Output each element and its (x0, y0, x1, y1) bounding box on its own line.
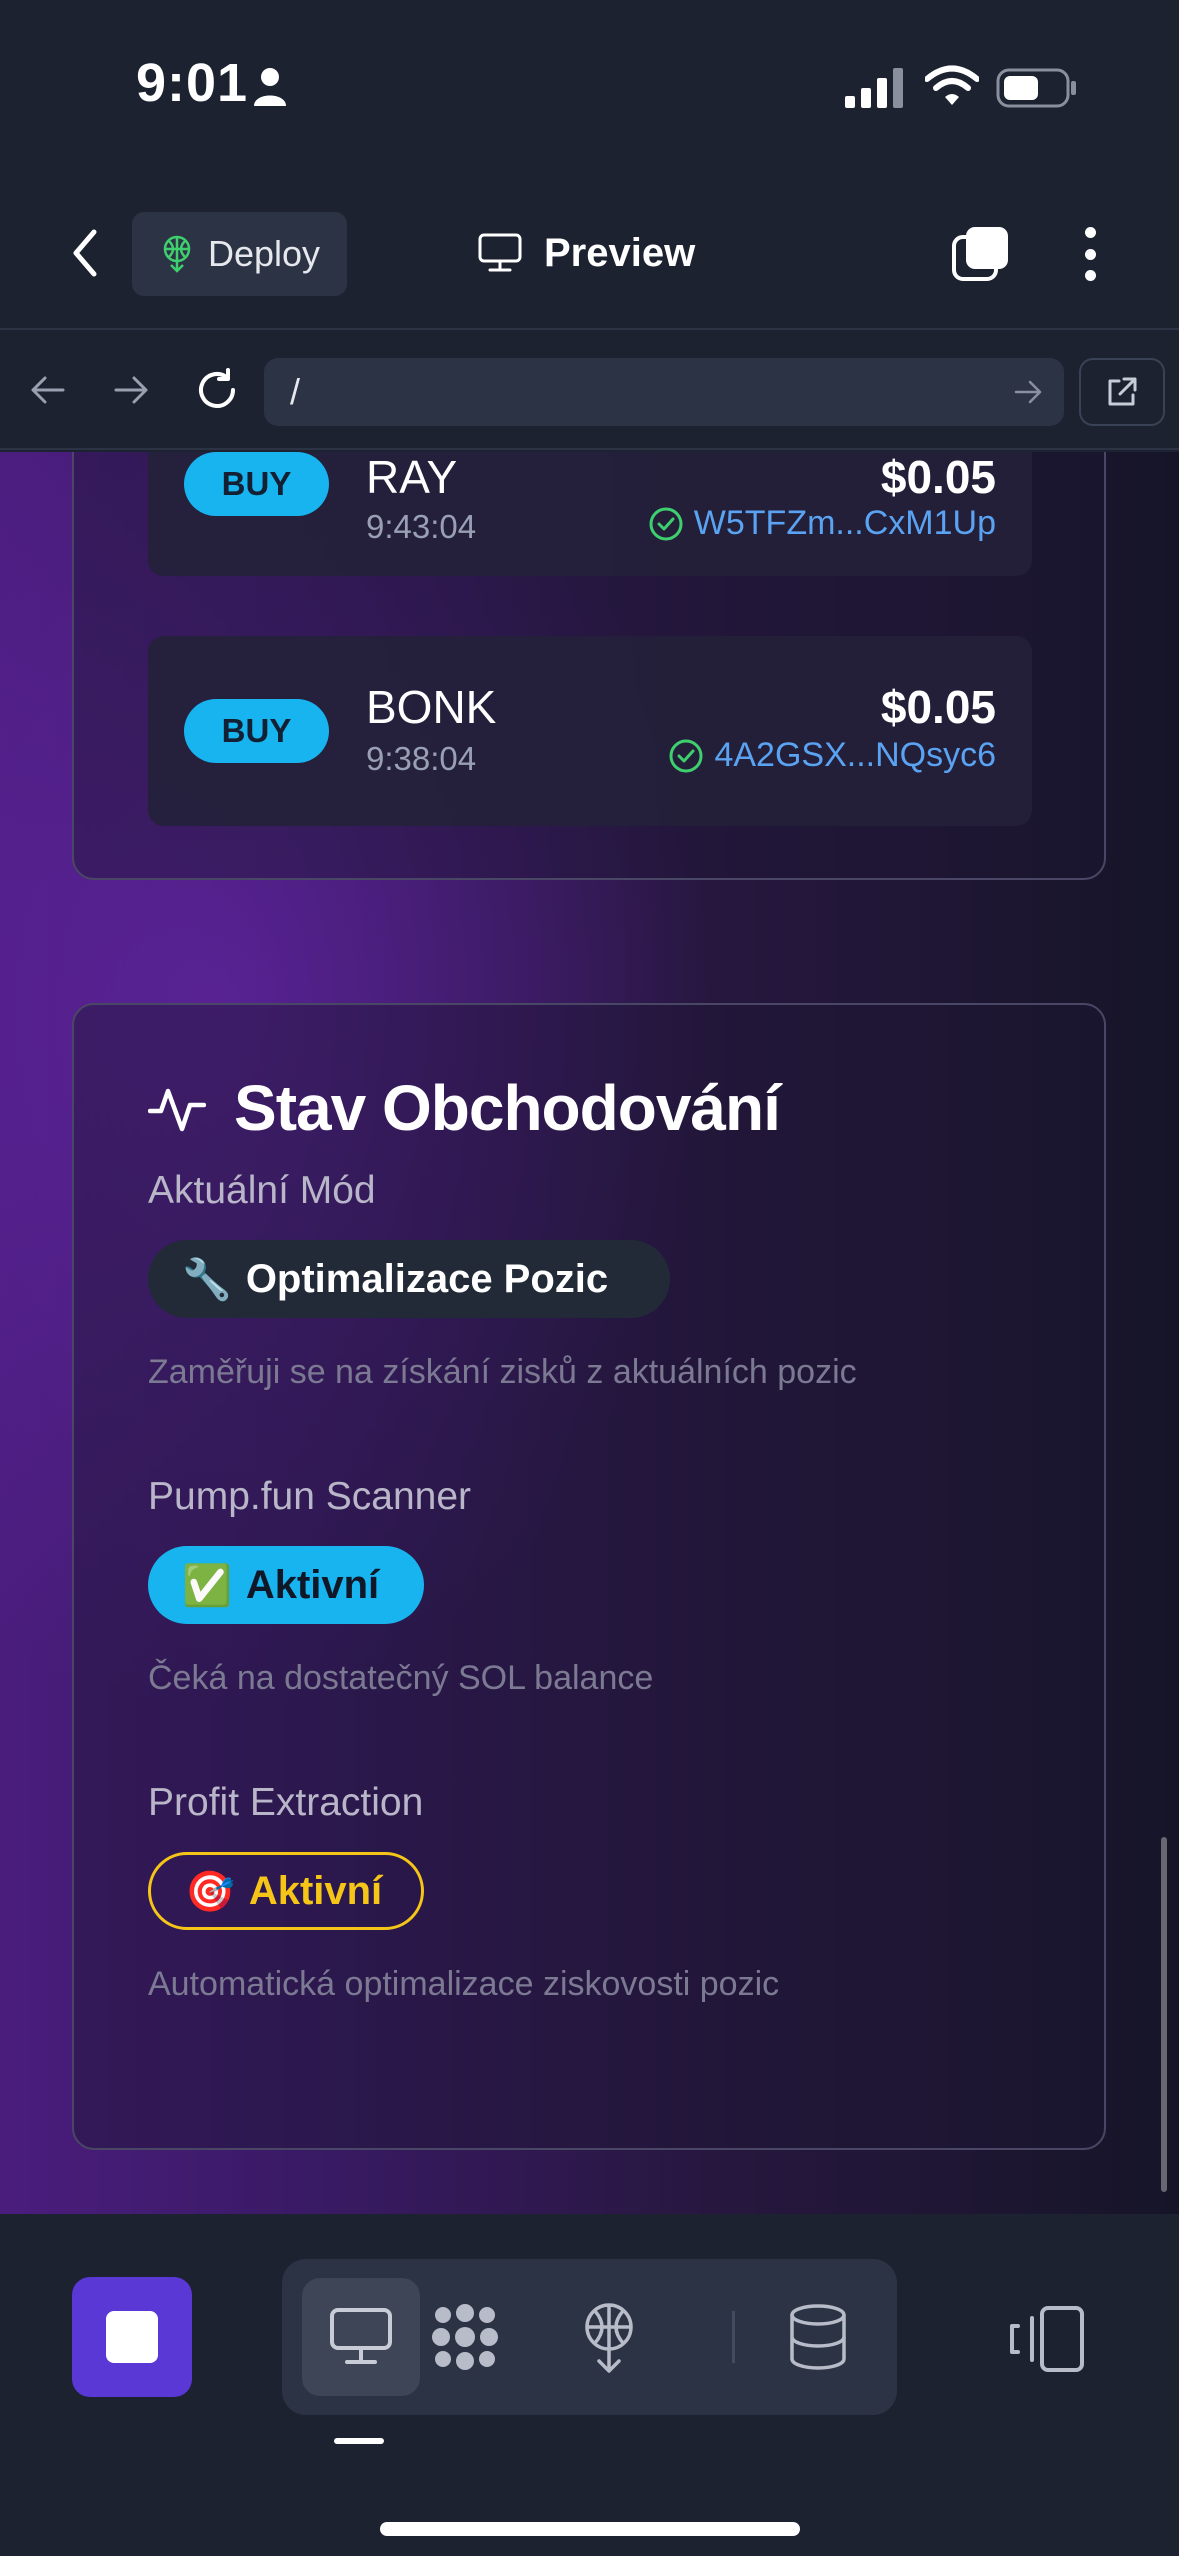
browser-forward-button[interactable] (107, 365, 157, 415)
profit-extraction-label: Profit Extraction (148, 1781, 424, 1824)
current-mode-value: Optimalizace Pozic (245, 1256, 609, 1301)
scrollbar-thumb[interactable] (1161, 1837, 1167, 2192)
desktop-icon (330, 2308, 392, 2364)
scanner-status-badge: ✅ Aktivní (148, 1546, 424, 1624)
wifi-icon (925, 65, 979, 105)
cellular-signal-icon (845, 68, 903, 108)
dot (1084, 248, 1096, 260)
browser-back-button[interactable] (22, 365, 72, 415)
back-button[interactable] (60, 223, 110, 283)
database-icon (790, 2304, 846, 2370)
preview-tab[interactable]: Preview (478, 223, 695, 283)
current-mode-badge: 🔧 Optimalizace Pozic (148, 1240, 670, 1318)
chevron-left-icon (73, 229, 97, 277)
buy-badge: BUY (184, 452, 329, 516)
app-screen: 9:01 Deploy Preview / BUY RAY 9:43:04 $0… (0, 0, 1179, 2556)
status-bar: 9:01 (0, 0, 1179, 175)
scanner-label: Pump.fun Scanner (148, 1475, 472, 1518)
scanner-status-value: Aktivní (245, 1562, 380, 1607)
home-indicator[interactable] (380, 2522, 800, 2536)
windows-icon[interactable] (950, 223, 1012, 285)
active-tab-indicator (334, 2438, 384, 2444)
preview-label: Preview (544, 230, 696, 275)
trade-symbol: BONK (366, 681, 497, 733)
transaction-link[interactable]: W5TFZm...CxM1Up (648, 504, 996, 543)
tab-database[interactable] (759, 2278, 877, 2396)
transaction-id: W5TFZm...CxM1Up (693, 504, 996, 542)
check-circle-icon (669, 739, 703, 772)
stop-button[interactable] (72, 2277, 192, 2397)
dot (1084, 270, 1096, 281)
card-title-text: Stav Obchodování (234, 1072, 781, 1144)
browser-bar: / (0, 332, 1179, 450)
scanner-description: Čeká na dostatečný SOL balance (148, 1659, 654, 1697)
app-header: Deploy Preview (0, 175, 1179, 330)
trade-time: 9:43:04 (366, 508, 477, 545)
open-external-button[interactable] (1079, 358, 1165, 426)
deploy-button[interactable]: Deploy (132, 212, 347, 296)
transaction-link[interactable]: 4A2GSX...NQsyc6 (668, 736, 996, 775)
deploy-icon (163, 235, 191, 273)
trade-amount: $0.05 (880, 681, 996, 733)
desktop-icon (478, 233, 522, 272)
status-time: 9:01 (136, 53, 249, 113)
url-text: / (290, 371, 301, 412)
profit-extraction-badge: 🎯 Aktivní (148, 1852, 424, 1930)
target-icon: 🎯 (185, 1869, 235, 1914)
deploy-label: Deploy (208, 233, 321, 274)
trade-symbol: RAY (366, 452, 458, 503)
preview-content[interactable]: BUY RAY 9:43:04 $0.05 W5TFZm...CxM1Up BU… (0, 452, 1179, 2214)
agents-icon (432, 2304, 498, 2370)
profit-extraction-value: Aktivní (248, 1868, 383, 1913)
tab-separator (732, 2311, 735, 2363)
card-title: Stav Obchodování (148, 1071, 781, 1145)
tab-preview[interactable] (302, 2278, 420, 2396)
battery-icon (996, 68, 1076, 108)
stop-icon (106, 2311, 158, 2363)
reload-button[interactable] (192, 365, 242, 415)
trade-time: 9:38:04 (366, 740, 477, 777)
dot (1084, 227, 1096, 238)
arrow-left-icon (31, 376, 65, 404)
trade-row[interactable]: BUY BONK 9:38:04 $0.05 4A2GSX...NQsyc6 (148, 636, 1032, 826)
buy-badge: BUY (184, 699, 329, 763)
workspace-tabs (282, 2259, 897, 2415)
more-options-button[interactable] (1072, 223, 1108, 285)
url-input[interactable]: / (264, 358, 1064, 426)
current-mode-description: Zaměřuji se na získání zisků z aktuálníc… (148, 1353, 857, 1391)
person-icon (254, 68, 286, 106)
profit-extraction-description: Automatická optimalizace ziskovosti pozi… (148, 1965, 780, 2003)
tab-deployments[interactable] (550, 2278, 668, 2396)
activity-icon (148, 1088, 206, 1132)
external-link-icon (1108, 377, 1137, 406)
check-circle-icon (649, 507, 683, 540)
current-mode-label: Aktuální Mód (148, 1169, 376, 1212)
deploy-icon (585, 2303, 633, 2373)
trade-amount: $0.05 (880, 452, 996, 503)
arrow-right-icon (114, 376, 148, 404)
recent-trades-card: BUY RAY 9:43:04 $0.05 W5TFZm...CxM1Up BU… (72, 452, 1106, 880)
check-mark-icon: ✅ (182, 1563, 232, 1608)
transaction-id: 4A2GSX...NQsyc6 (714, 736, 996, 774)
bottom-toolbar (0, 2214, 1179, 2556)
tab-agents[interactable] (406, 2278, 524, 2396)
devices-icon[interactable] (1008, 2304, 1088, 2374)
go-arrow-icon[interactable] (1012, 374, 1044, 410)
trade-row[interactable]: BUY RAY 9:43:04 $0.05 W5TFZm...CxM1Up (148, 452, 1032, 576)
trading-status-card: Stav Obchodování Aktuální Mód 🔧 Optimali… (72, 1003, 1106, 2150)
wrench-icon: 🔧 (182, 1257, 232, 1302)
reload-icon (199, 368, 235, 408)
